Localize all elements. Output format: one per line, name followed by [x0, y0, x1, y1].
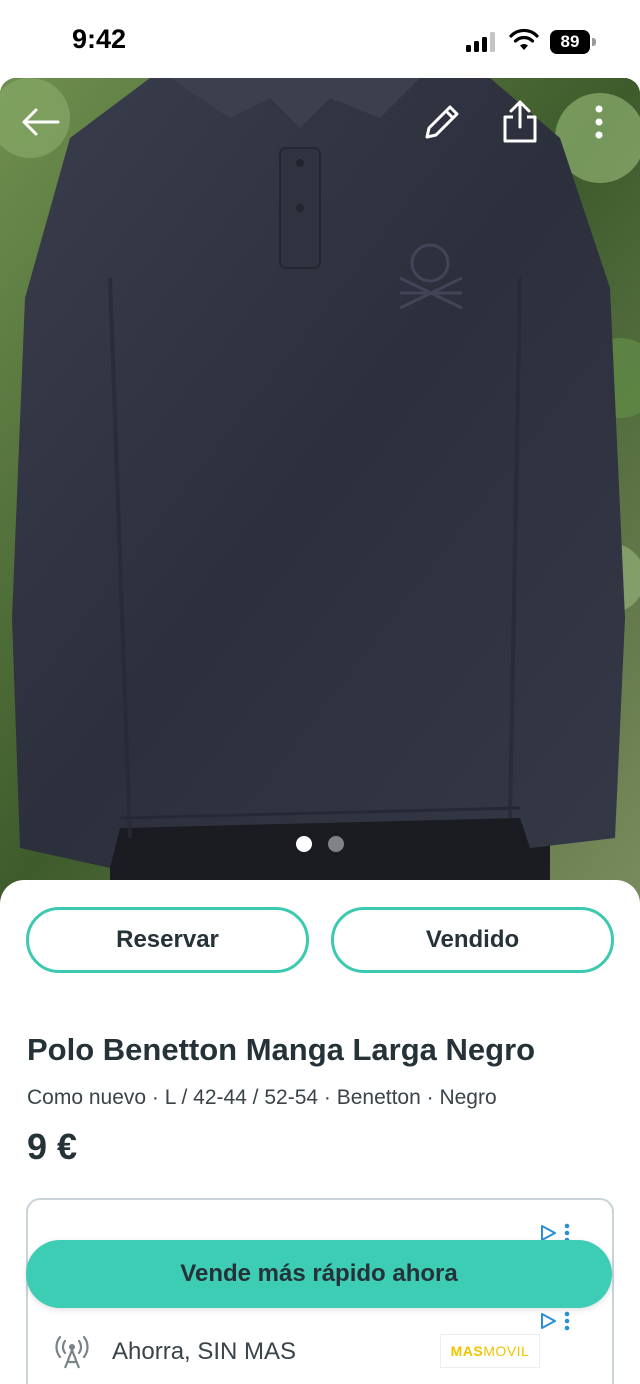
pencil-icon: [425, 105, 459, 139]
wifi-icon: [509, 28, 539, 50]
edit-button[interactable]: [418, 98, 466, 146]
back-button[interactable]: [16, 98, 64, 146]
product-image: [0, 78, 640, 908]
share-icon: [503, 100, 537, 143]
back-arrow-icon: [22, 108, 60, 136]
signal-icon: [466, 32, 495, 52]
reserve-button[interactable]: Reservar: [26, 907, 309, 973]
product-photo[interactable]: [0, 78, 640, 908]
action-row: Reservar Vendido: [26, 907, 614, 973]
antenna-icon: [55, 1335, 89, 1369]
battery-level: 89: [550, 30, 590, 54]
status-time: 9:42: [72, 24, 127, 54]
image-pagination[interactable]: [0, 836, 640, 852]
ad-row[interactable]: Ahorra, SIN MAS MAS MOVIL: [54, 1324, 594, 1380]
page-dot[interactable]: [296, 836, 312, 852]
more-vertical-icon: [595, 105, 603, 139]
page-dot[interactable]: [328, 836, 344, 852]
status-bar: 9:42 89: [0, 0, 640, 80]
sold-button[interactable]: Vendido: [331, 907, 614, 973]
battery-icon: 89: [550, 30, 596, 54]
item-price: 9 €: [27, 1126, 78, 1167]
item-details-sheet: Reservar Vendido Polo Benetton Manga Lar…: [0, 880, 640, 1384]
more-button[interactable]: [584, 98, 614, 146]
item-title: Polo Benetton Manga Larga Negro: [27, 1032, 536, 1067]
share-button[interactable]: [496, 98, 544, 146]
ad-text: Ahorra, SIN MAS: [112, 1338, 297, 1365]
item-meta: Como nuevo · L / 42-44 / 52-54 · Benetto…: [27, 1086, 497, 1109]
advertiser-logo: MAS MOVIL: [440, 1334, 540, 1368]
sell-faster-button[interactable]: Vende más rápido ahora: [26, 1240, 612, 1308]
